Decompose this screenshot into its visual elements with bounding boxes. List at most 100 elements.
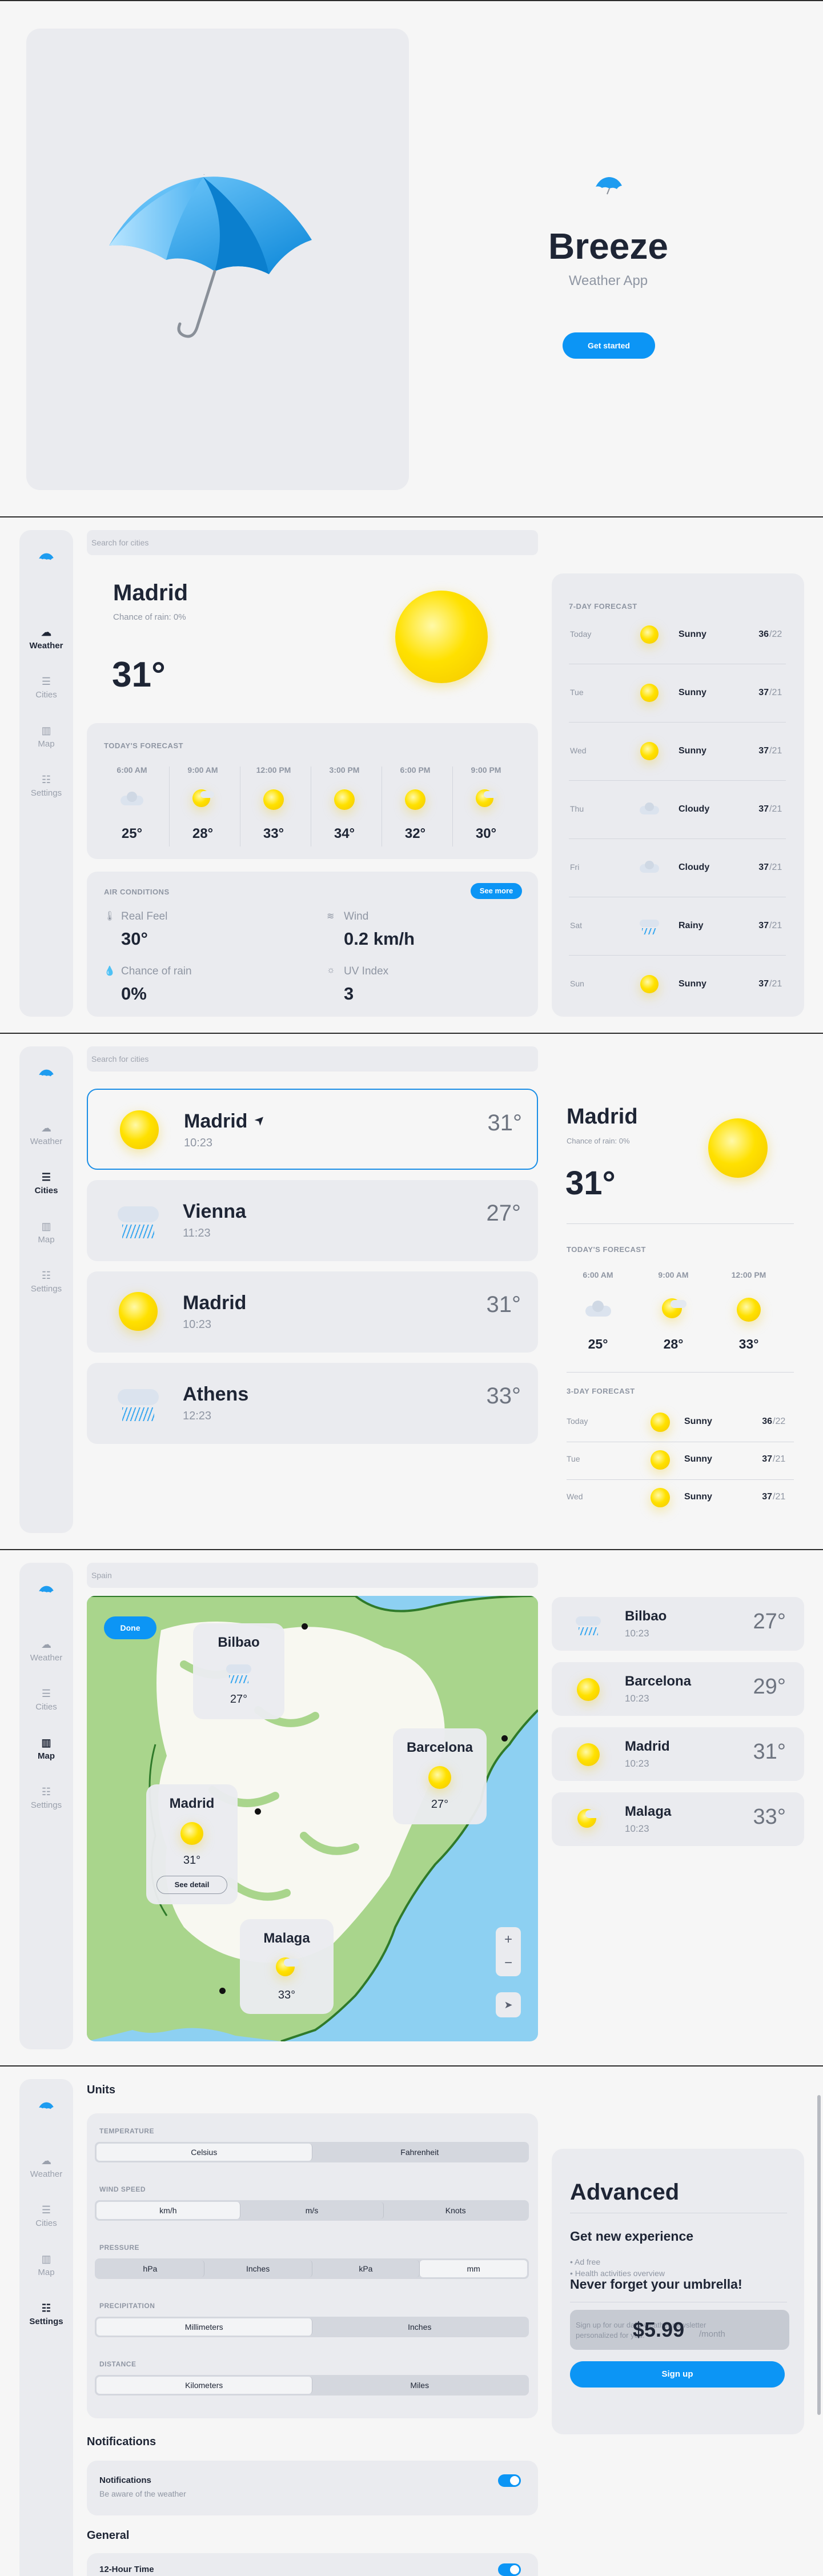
unit-segmented-control[interactable]: Millimeters Inches — [95, 2317, 529, 2337]
scrollbar[interactable] — [817, 2095, 821, 2415]
signup-button[interactable]: Sign up — [570, 2361, 785, 2388]
advanced-bullet: • Ad free — [570, 2257, 601, 2266]
nav-settings[interactable]: ☷ Settings — [19, 1787, 73, 1810]
unit-segmented-control[interactable]: Celsius Fahrenheit — [95, 2142, 529, 2162]
cloudy-icon — [119, 787, 144, 812]
nav-weather[interactable]: ☁ Weather — [19, 1639, 73, 1663]
nav-weather[interactable]: ☁ Weather — [19, 1123, 73, 1146]
sun-icon — [395, 591, 488, 683]
unit-option[interactable]: Inches — [312, 2318, 528, 2336]
air-value: 0.2 km/h — [344, 929, 415, 949]
see-detail-button[interactable]: See detail — [156, 1876, 227, 1894]
nav-map[interactable]: ▥ Map — [19, 1221, 73, 1245]
day-name: Tue — [567, 1454, 580, 1463]
map-city-card[interactable]: Barcelona 27° — [393, 1728, 487, 1824]
nav-map-label: Map — [38, 1751, 55, 1761]
city-card[interactable]: Athens 12:23 33° — [87, 1363, 538, 1444]
rain-icon — [115, 1380, 161, 1426]
day-condition: Sunny — [684, 1417, 712, 1426]
time-format-toggle[interactable] — [498, 2563, 521, 2576]
unit-option[interactable]: hPa — [97, 2260, 204, 2277]
nav-cities[interactable]: ☰ Cities — [19, 676, 73, 700]
nav-cities[interactable]: ☰ Cities — [19, 1688, 73, 1712]
unit-segmented-control[interactable]: hPa Inches kPa mm — [95, 2258, 529, 2279]
nav-settings[interactable]: ☷ Settings — [19, 2303, 73, 2326]
unit-option[interactable]: Inches — [204, 2260, 312, 2277]
unit-option[interactable]: Fahrenheit — [312, 2144, 528, 2161]
city-time: 10:23 — [625, 1823, 649, 1834]
city-card[interactable]: Madrid ➤ 10:23 31° — [87, 1089, 538, 1170]
notifications-toggle[interactable] — [498, 2474, 521, 2487]
zoom-out-button[interactable]: − — [496, 1952, 521, 1976]
nav-cities[interactable]: ☰ Cities — [19, 1172, 73, 1195]
done-button[interactable]: Done — [104, 1616, 156, 1639]
unit-option[interactable]: kPa — [312, 2260, 420, 2277]
unit-option[interactable]: Knots — [384, 2202, 527, 2219]
get-started-button[interactable]: Get started — [563, 332, 655, 359]
search-input[interactable]: Search for cities — [87, 1046, 538, 1072]
nav-map[interactable]: ▥ Map — [19, 2254, 73, 2277]
rain-chance: Chance of rain: 0% — [113, 612, 186, 622]
unit-segmented-control[interactable]: km/h m/s Knots — [95, 2200, 529, 2221]
unit-option[interactable]: Millimeters — [97, 2318, 312, 2336]
partly-cloudy-icon — [190, 787, 215, 812]
nav-cities[interactable]: ☰ Cities — [19, 2205, 73, 2228]
see-more-button[interactable]: See more — [471, 883, 522, 899]
unit-option[interactable]: m/s — [240, 2202, 384, 2219]
map-city-card[interactable]: Madrid 31° See detail — [146, 1784, 238, 1904]
unit-option[interactable]: Celsius — [97, 2144, 312, 2161]
map-list-item[interactable]: Barcelona 10:23 29° — [552, 1662, 804, 1716]
day-condition: Sunny — [684, 1492, 712, 1502]
notifications-card: Notifications Be aware of the weather — [87, 2461, 538, 2515]
day-high: 36 — [758, 629, 769, 639]
advanced-title: Advanced — [570, 2180, 680, 2205]
nav-settings[interactable]: ☷ Settings — [19, 1270, 73, 1294]
air-value: 3 — [344, 984, 354, 1004]
unit-option[interactable]: mm — [420, 2260, 527, 2277]
divider — [452, 767, 453, 846]
locate-button[interactable]: ➤ — [496, 1992, 521, 2017]
units-title: Units — [87, 2084, 115, 2096]
map-list-item[interactable]: Bilbao 10:23 27° — [552, 1597, 804, 1651]
map-list-item[interactable]: Malaga 10:23 33° — [552, 1792, 804, 1846]
air-label: Wind — [344, 910, 369, 922]
hour-temp: 30° — [475, 826, 497, 841]
nav-map[interactable]: ▥ Map — [19, 725, 73, 749]
app-logo-icon — [596, 177, 622, 195]
day-name: Wed — [570, 746, 587, 755]
unit-label: DISTANCE — [99, 2360, 137, 2368]
map-city-card[interactable]: Bilbao 27° — [193, 1623, 284, 1719]
search-input[interactable]: Search for cities — [87, 530, 538, 555]
city-card[interactable]: Madrid 10:23 31° — [87, 1271, 538, 1353]
app-logo-icon — [39, 2102, 54, 2109]
map-list-item[interactable]: Madrid 10:23 31° — [552, 1727, 804, 1781]
city-card[interactable]: Vienna 11:23 27° — [87, 1180, 538, 1261]
detail-temp: 31° — [565, 1165, 616, 1202]
city-temp: 29° — [753, 1675, 786, 1699]
nav-weather[interactable]: ☁ Weather — [19, 2156, 73, 2179]
umbrella-illustration — [109, 174, 312, 338]
app-logo-icon — [39, 1586, 54, 1593]
day-name: Today — [570, 629, 592, 639]
unit-label: WIND SPEED — [99, 2185, 146, 2193]
unit-option[interactable]: Kilometers — [97, 2377, 312, 2394]
unit-option[interactable]: km/h — [97, 2202, 240, 2219]
nav-settings[interactable]: ☷ Settings — [19, 775, 73, 798]
zoom-in-button[interactable]: + — [496, 1927, 521, 1952]
seven-day-label: 7-DAY FORECAST — [569, 602, 637, 611]
divider — [569, 722, 786, 723]
notifications-title: Notifications — [87, 2435, 156, 2448]
nav-map-label: Map — [38, 739, 55, 749]
day-condition: Sunny — [684, 1454, 712, 1464]
detail-today-label: TODAY'S FORECAST — [567, 1245, 646, 1254]
map-view[interactable]: Done Bilbao 27° Barcelona 27° Madrid 31° See d… — [87, 1596, 538, 2041]
search-input[interactable]: Spain — [87, 1563, 538, 1588]
unit-label: TEMPERATURE — [99, 2127, 154, 2135]
unit-option[interactable]: Miles — [312, 2377, 528, 2394]
sidebar: ☁ Weather ☰ Cities ▥ Map ☷ Settings — [19, 1563, 73, 2049]
nav-weather[interactable]: ☁ Weather — [19, 627, 73, 651]
advanced-card: Advanced Get new experience • Ad free • … — [552, 2149, 804, 2434]
nav-map[interactable]: ▥ Map — [19, 1738, 73, 1761]
unit-segmented-control[interactable]: Kilometers Miles — [95, 2375, 529, 2396]
map-city-card[interactable]: Malaga 33° — [240, 1919, 334, 2014]
